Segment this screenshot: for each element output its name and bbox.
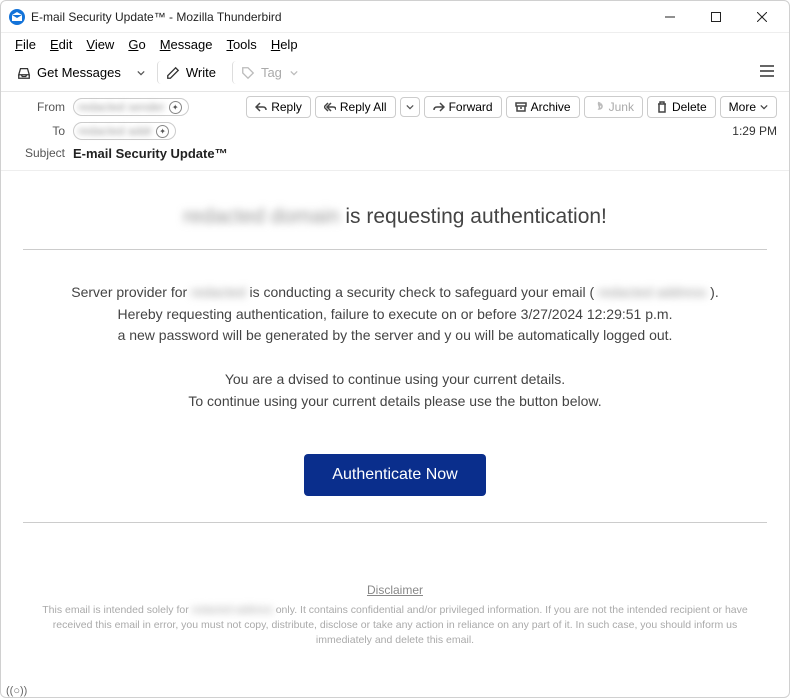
pencil-icon — [166, 66, 180, 80]
more-button[interactable]: More — [720, 96, 777, 118]
reply-icon — [255, 101, 267, 113]
from-label: From — [13, 100, 65, 114]
subject-value: E-mail Security Update™ — [73, 146, 228, 161]
toolbar: Get Messages Write Tag — [1, 56, 789, 92]
archive-button[interactable]: Archive — [506, 96, 580, 118]
body-paragraph-3: a new password will be generated by the … — [23, 325, 767, 347]
divider — [23, 249, 767, 250]
addressbook-icon: ✦ — [169, 101, 182, 114]
get-messages-button[interactable]: Get Messages — [9, 61, 129, 84]
body-paragraph-2: Hereby requesting authentication, failur… — [23, 304, 767, 326]
forward-icon — [433, 101, 445, 113]
addressbook-icon: ✦ — [156, 125, 169, 138]
menu-file[interactable]: File — [9, 35, 42, 54]
to-address-pill[interactable]: redacted addr ✦ — [73, 122, 176, 140]
tag-button[interactable]: Tag — [232, 61, 306, 84]
message-header: From redacted sender ✦ Reply Reply All F… — [1, 92, 789, 171]
menubar: File Edit View Go Message Tools Help — [1, 33, 789, 56]
body-paragraph-4: You are a dvised to continue using your … — [23, 369, 767, 391]
body-paragraph-1: Server provider for redacted is conducti… — [23, 282, 767, 304]
archive-icon — [515, 101, 527, 113]
body-paragraph-5: To continue using your current details p… — [23, 391, 767, 413]
hamburger-icon — [759, 64, 775, 78]
disclaimer-title: Disclaimer — [23, 583, 767, 597]
app-menu-button[interactable] — [753, 60, 781, 85]
thunderbird-icon — [9, 9, 25, 25]
flame-icon — [593, 101, 605, 113]
body-heading: redacted domain is requesting authentica… — [23, 205, 767, 229]
message-time: 1:29 PM — [732, 124, 777, 138]
inbox-icon — [17, 66, 31, 80]
maximize-button[interactable] — [693, 1, 739, 33]
titlebar: E-mail Security Update™ - Mozilla Thunde… — [1, 1, 789, 33]
menu-edit[interactable]: Edit — [44, 35, 78, 54]
chevron-down-icon — [760, 103, 768, 111]
tag-icon — [241, 66, 255, 80]
reply-all-button[interactable]: Reply All — [315, 96, 396, 118]
menu-go[interactable]: Go — [122, 35, 151, 54]
menu-help[interactable]: Help — [265, 35, 304, 54]
message-body: redacted domain is requesting authentica… — [1, 171, 789, 658]
junk-button[interactable]: Junk — [584, 96, 643, 118]
get-messages-dropdown[interactable] — [133, 65, 149, 81]
menu-tools[interactable]: Tools — [220, 35, 262, 54]
chevron-down-icon — [290, 69, 298, 77]
close-button[interactable] — [739, 1, 785, 33]
window-title: E-mail Security Update™ - Mozilla Thunde… — [31, 10, 282, 24]
menu-message[interactable]: Message — [154, 35, 219, 54]
reply-all-icon — [324, 101, 336, 113]
disclaimer-text: This email is intended solely for redact… — [23, 603, 767, 647]
menu-view[interactable]: View — [80, 35, 120, 54]
reply-button[interactable]: Reply — [246, 96, 311, 118]
write-button[interactable]: Write — [157, 61, 224, 84]
reply-all-dropdown[interactable] — [400, 97, 420, 117]
to-label: To — [13, 124, 65, 138]
status-indicator: ((○)) — [6, 685, 27, 697]
minimize-button[interactable] — [647, 1, 693, 33]
authenticate-now-button[interactable]: Authenticate Now — [304, 454, 485, 496]
delete-button[interactable]: Delete — [647, 96, 716, 118]
trash-icon — [656, 101, 668, 113]
from-address-pill[interactable]: redacted sender ✦ — [73, 98, 189, 116]
subject-label: Subject — [13, 146, 65, 160]
divider — [23, 522, 767, 523]
forward-button[interactable]: Forward — [424, 96, 502, 118]
